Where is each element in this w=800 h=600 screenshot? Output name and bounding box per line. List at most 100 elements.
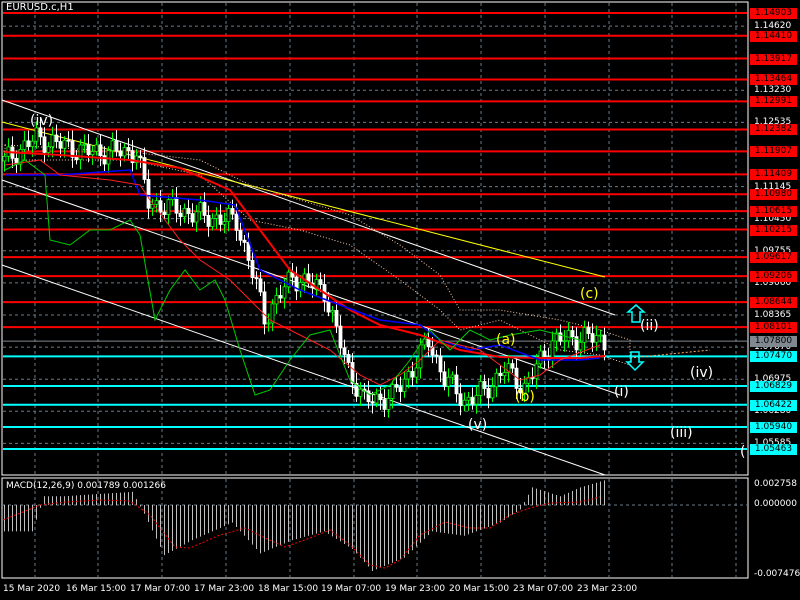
- price-chart[interactable]: [0, 0, 800, 600]
- time-label: 23 Mar 07:00: [513, 584, 574, 594]
- macd-axis-zero: 0.000000: [754, 499, 797, 509]
- candle-body: [266, 322, 271, 325]
- candle-body: [38, 127, 43, 138]
- candle-body: [254, 277, 259, 280]
- candle-body: [198, 202, 203, 213]
- candle-body: [262, 291, 267, 325]
- candle-body: [66, 139, 71, 142]
- time-label: 16 Mar 15:00: [66, 584, 127, 594]
- price-level-label: 1.05940: [750, 422, 797, 433]
- candle-body: [478, 381, 483, 396]
- candle-body: [502, 372, 507, 377]
- time-label: 19 Mar 23:00: [385, 584, 446, 594]
- candle-body: [218, 214, 223, 225]
- candle-body: [154, 200, 159, 205]
- candle-body: [166, 199, 171, 215]
- candle-body: [330, 310, 335, 313]
- candle-body: [182, 207, 187, 218]
- wave-label: (a): [496, 332, 516, 348]
- price-level-label: 1.09206: [750, 271, 797, 283]
- candle-body: [98, 144, 103, 157]
- candle-body: [426, 338, 431, 348]
- candle-body: [558, 332, 563, 342]
- candle-body: [446, 376, 451, 387]
- candle-body: [334, 310, 339, 327]
- candle-body: [466, 396, 471, 401]
- candle-body: [562, 340, 567, 343]
- candle-body: [462, 399, 467, 407]
- candle-body: [82, 143, 87, 146]
- candle-body: [102, 155, 107, 165]
- candle-body: [230, 208, 235, 215]
- candle-body: [90, 151, 95, 156]
- candle-body: [258, 278, 263, 293]
- candle-body: [586, 327, 591, 334]
- candle-body: [118, 150, 123, 157]
- candle-body: [58, 141, 63, 149]
- price-level-label: 1.09617: [750, 252, 797, 264]
- price-level-label: 1.11907: [750, 146, 797, 158]
- candle-body: [142, 157, 147, 180]
- macd-frame: [1, 477, 749, 579]
- candlesticks: [2, 117, 607, 418]
- candle-body: [238, 230, 243, 241]
- candle-body: [418, 344, 423, 369]
- candle-body: [582, 327, 587, 343]
- candle-body: [398, 386, 403, 392]
- price-tick: 1.08365: [754, 309, 792, 320]
- candle-body: [186, 207, 191, 214]
- candle-body: [454, 374, 459, 395]
- candle-body: [274, 295, 279, 305]
- candle-body: [414, 367, 419, 378]
- price-level-label: 1.13464: [750, 74, 797, 86]
- price-tick: 1.14620: [754, 21, 792, 32]
- time-label: 20 Mar 15:00: [449, 584, 510, 594]
- candle-body: [106, 150, 111, 165]
- candle-body: [202, 202, 207, 216]
- price-level-label: 1.13917: [750, 53, 797, 65]
- candle-body: [358, 388, 363, 397]
- candle-body: [210, 218, 215, 227]
- macd-label: MACD(12,26,9) 0.001789 0.001266: [6, 481, 166, 491]
- candle-body: [386, 398, 391, 410]
- ichimoku-cloud: [4, 144, 631, 366]
- candle-body: [498, 372, 503, 377]
- macd-axis-bottom: -0.007476: [754, 569, 800, 579]
- candle-body: [46, 146, 51, 153]
- candle-body: [174, 197, 179, 214]
- candle-body: [194, 211, 199, 223]
- price-level-label: 1.14410: [750, 30, 797, 42]
- candle-body: [346, 354, 351, 363]
- candle-body: [594, 335, 599, 343]
- candle-body: [490, 386, 495, 399]
- wave-label: (iii): [670, 425, 693, 441]
- candle-body: [158, 200, 163, 213]
- candle-body: [138, 155, 143, 158]
- candle-body: [434, 354, 439, 357]
- candle-body: [222, 221, 227, 225]
- price-level-label: 1.11409: [750, 169, 797, 181]
- price-level-label: 1.05463: [750, 444, 797, 456]
- candle-body: [26, 140, 31, 147]
- wave-label: (iv): [30, 113, 54, 129]
- candle-body: [542, 350, 547, 359]
- candle-body: [246, 242, 251, 261]
- candle-body: [50, 134, 55, 148]
- yellow-trend-line[interactable]: [1, 121, 606, 278]
- candle-body: [410, 371, 415, 378]
- candle-body: [590, 333, 595, 343]
- wave-label: (ii): [640, 318, 659, 334]
- candle-body: [374, 393, 379, 404]
- price-level-label: 1.10615: [750, 206, 797, 218]
- time-label: 18 Mar 15:00: [258, 584, 319, 594]
- time-label: 23 Mar 23:00: [577, 584, 638, 594]
- candle-body: [326, 300, 331, 313]
- horizontal-grid: [3, 25, 747, 444]
- candle-body: [402, 378, 407, 392]
- price-tick: 1.13230: [754, 85, 792, 96]
- wave-label: (v): [468, 417, 488, 433]
- time-label: 15 Mar 2020: [3, 584, 61, 594]
- candle-body: [278, 295, 283, 299]
- price-level-label: 1.06422: [750, 399, 797, 411]
- chart-title: EURUSD.c,H1: [6, 2, 74, 13]
